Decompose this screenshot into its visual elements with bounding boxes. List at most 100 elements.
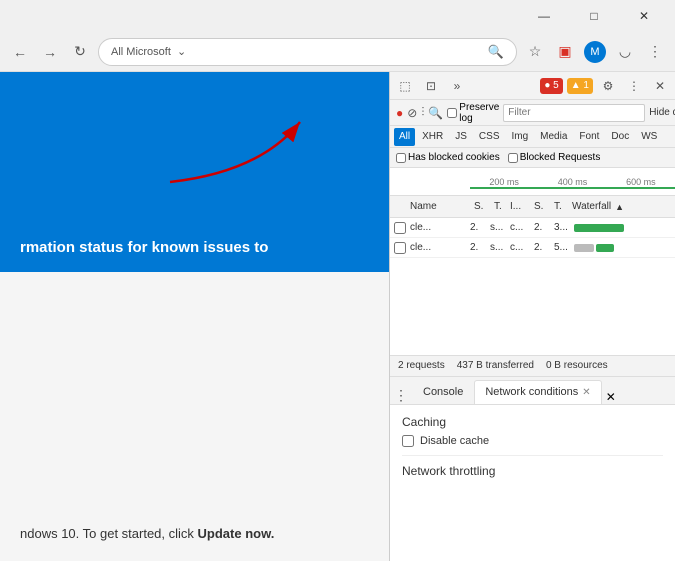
timeline-400ms: 400 ms [538,177,606,187]
more-options-button[interactable]: ⋮ [623,75,645,97]
close-button[interactable]: ✕ [621,0,667,32]
type-media-button[interactable]: Media [535,128,572,146]
extensions-icon[interactable]: ◡ [613,40,637,64]
row-checkbox[interactable] [394,242,406,254]
section-divider [402,455,663,456]
header-waterfall[interactable]: Waterfall ▲ [568,201,671,212]
page-blue-text: rmation status for known issues to [20,239,369,256]
menu-icon[interactable]: ⋮ [643,40,667,64]
address-text: All Microsoft ⌄ [111,45,186,58]
search-button[interactable]: 🔍 [428,102,443,124]
devtools-typebar: All XHR JS CSS Img Media Font Doc WS [390,126,675,148]
devtools-table-body: cle... 2. s... c... 2. 3... cle... 2. s.… [390,218,675,355]
row-waterfall [572,224,671,232]
type-js-button[interactable]: JS [450,128,472,146]
row-type: s... [488,242,508,253]
page-white-section: ndows 10. To get started, click Update n… [0,272,389,561]
errors-badge: ● 5 [540,78,562,94]
browser-toolbar: ← → ↻ All Microsoft ⌄ 🔍 ☆ ▣ M ◡ ⋮ [0,32,675,72]
minimize-button[interactable]: — [521,0,567,32]
avatar: M [584,41,606,63]
type-font-button[interactable]: Font [574,128,604,146]
devtools-bottomtabs: ⋮ Console Network conditions ✕ ✕ [390,377,675,405]
clear-button[interactable]: ⊘ [407,102,417,124]
timeline-600ms: 600 ms [607,177,675,187]
more-tabs-button[interactable]: » [446,75,468,97]
address-bar[interactable]: All Microsoft ⌄ 🔍 [98,38,517,66]
devtools-panel: ⬚ ⊡ » ● 5 ▲ 1 ⚙ ⋮ ✕ ● ⊘ ⫶ 🔍 Preserve log [389,72,675,561]
row-initiator: c... [508,222,532,233]
devtools-statusbar: 2 requests 437 B transferred 0 B resourc… [390,355,675,377]
back-button[interactable]: ← [8,40,32,64]
header-type[interactable]: T. [490,201,506,212]
type-img-button[interactable]: Img [506,128,533,146]
row-size: 2. [532,242,552,253]
forward-button[interactable]: → [38,40,62,64]
table-row[interactable]: cle... 2. s... c... 2. 3... [390,218,675,238]
tab-console[interactable]: Console [412,380,474,404]
opera-icon[interactable]: ▣ [553,40,577,64]
row-name: cle... [408,222,468,233]
timeline-labels: 200 ms 400 ms 600 ms [470,177,675,187]
type-css-button[interactable]: CSS [474,128,505,146]
header-initiator[interactable]: I... [506,201,530,212]
waterfall-bar-gray [574,244,594,252]
row-status: 2. [468,222,488,233]
row-time: 3... [552,222,572,233]
devtools-timeline: 200 ms 400 ms 600 ms [390,168,675,196]
hide-data-urls-label: Hide data URLs [649,107,675,118]
device-mode-button[interactable]: ⊡ [420,75,442,97]
star-icon[interactable]: ☆ [523,40,547,64]
inspect-element-button[interactable]: ⬚ [394,75,416,97]
page-blue-bold: rmation status for known issues to [20,239,268,256]
update-link[interactable]: Update now. [198,526,275,541]
waterfall-bar-green [574,224,624,232]
type-xhr-button[interactable]: XHR [417,128,448,146]
filter-input[interactable] [503,104,645,122]
page-bottom-text: ndows 10. To get started, click Update n… [20,526,369,541]
row-size: 2. [532,222,552,233]
devtools-cookiebar: Has blocked cookies Blocked Requests [390,148,675,168]
row-name: cle... [408,242,468,253]
has-blocked-cookies-checkbox[interactable]: Has blocked cookies [396,152,500,163]
header-size[interactable]: S. [530,201,550,212]
warnings-badge: ▲ 1 [567,78,593,94]
network-conditions-close-icon[interactable]: ✕ [582,387,590,398]
devtools-topbar: ⬚ ⊡ » ● 5 ▲ 1 ⚙ ⋮ ✕ [390,72,675,100]
network-conditions-tab-label: Network conditions [485,386,578,398]
waterfall-bar-green2 [596,244,614,252]
page-content: rmation status for known issues to ndows… [0,72,389,561]
settings-button[interactable]: ⚙ [597,75,619,97]
header-name[interactable]: Name [406,201,470,212]
row-initiator: c... [508,242,532,253]
type-ws-button[interactable]: WS [636,128,662,146]
maximize-button[interactable]: □ [571,0,617,32]
header-time[interactable]: T. [550,201,568,212]
devtools-close-button[interactable]: ✕ [649,75,671,97]
disable-cache-checkbox[interactable] [402,435,414,447]
row-checkbox[interactable] [394,222,406,234]
console-tab-label: Console [423,386,463,398]
blocked-requests-checkbox[interactable]: Blocked Requests [508,152,601,163]
reload-button[interactable]: ↻ [68,40,92,64]
network-throttling-title: Network throttling [402,464,663,478]
record-button[interactable]: ● [396,102,403,124]
preserve-log-checkbox[interactable]: Preserve log [447,102,499,124]
tabs-menu-button[interactable]: ⋮ [394,387,408,404]
resources-size: 0 B resources [546,360,608,371]
type-doc-button[interactable]: Doc [606,128,634,146]
row-time: 5... [552,242,572,253]
filter-toggle-button[interactable]: ⫶ [421,102,424,124]
main-area: rmation status for known issues to ndows… [0,72,675,561]
tab-network-conditions[interactable]: Network conditions ✕ [474,380,601,404]
title-bar: — □ ✕ [0,0,675,32]
search-icon: 🔍 [488,44,504,60]
header-status[interactable]: S. [470,201,490,212]
requests-count: 2 requests [398,360,445,371]
caching-title: Caching [402,415,663,429]
disable-cache-row: Disable cache [402,435,663,447]
panel-close-button[interactable]: ✕ [606,390,616,404]
profile-icon[interactable]: M [583,40,607,64]
table-row[interactable]: cle... 2. s... c... 2. 5... [390,238,675,258]
type-all-button[interactable]: All [394,128,415,146]
